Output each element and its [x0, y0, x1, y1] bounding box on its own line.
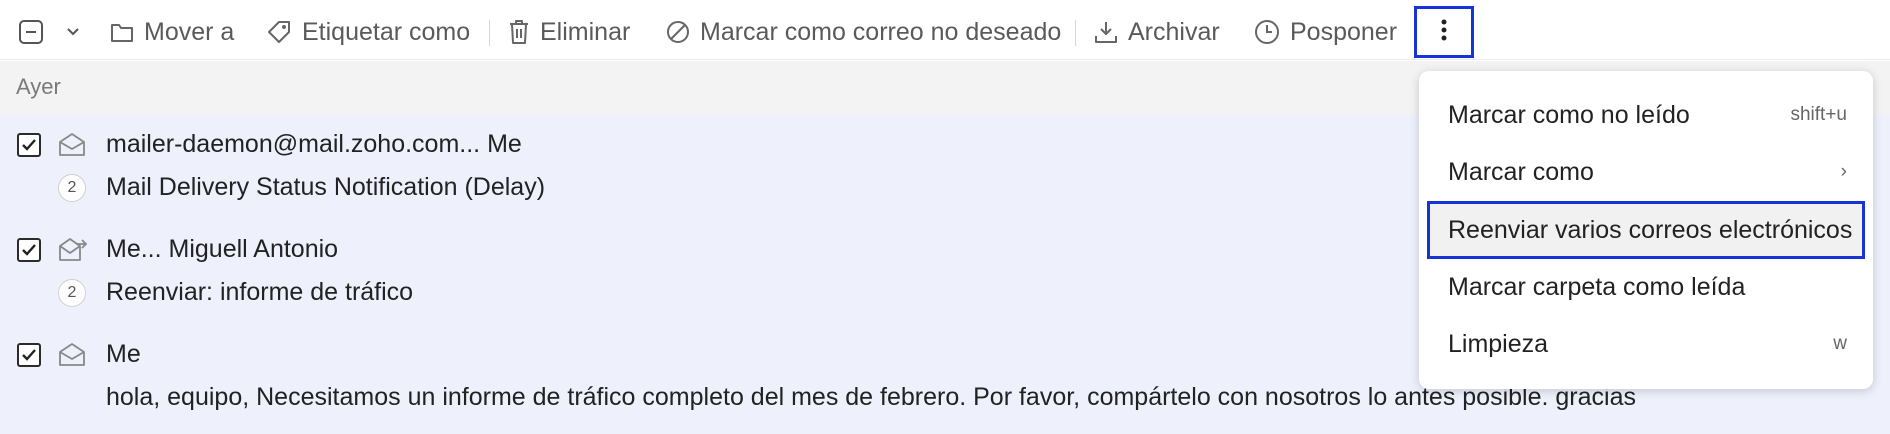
mail-sender: mailer-daemon@mail.zoho.com... Me [106, 130, 522, 158]
chevron-down-icon [66, 27, 80, 37]
envelope-open-icon [58, 131, 86, 162]
mark-spam-button[interactable]: Marcar como correo no deseado [666, 12, 1061, 52]
menu-item-label: Reenviar varios correos electrónicos [1448, 215, 1853, 244]
row-checkbox[interactable] [17, 133, 41, 157]
toolbar-divider [1075, 20, 1076, 46]
mail-preview: hola, equipo, Necesitamos un informe de … [106, 383, 1636, 411]
mail-subject: Mail Delivery Status Notification (Delay… [106, 173, 546, 201]
select-all-checkbox[interactable] [18, 12, 44, 52]
archive-button[interactable]: Archivar [1094, 12, 1220, 52]
checkmark-icon [22, 349, 36, 361]
menu-item-mark-unread[interactable]: Marcar como no leído shift+u [1427, 88, 1865, 142]
mark-spam-label: Marcar como correo no deseado [700, 17, 1062, 46]
menu-item-label: Limpieza [1448, 329, 1549, 358]
menu-item-cleanup[interactable]: Limpieza w [1427, 317, 1865, 371]
thread-count-badge: 2 [58, 279, 86, 307]
chevron-right-icon: › [1840, 161, 1847, 182]
move-to-button[interactable]: Mover a [110, 12, 234, 52]
block-icon [666, 20, 690, 44]
mail-sender: Me [106, 340, 141, 368]
row-checkbox[interactable] [17, 343, 41, 367]
menu-item-label: Marcar carpeta como leída [1448, 272, 1746, 301]
shortcut-hint: w [1833, 333, 1847, 354]
checkmark-icon [22, 244, 36, 256]
folder-icon [110, 21, 134, 43]
clock-icon [1254, 19, 1280, 45]
tag-as-button[interactable]: Etiquetar como [266, 12, 470, 52]
archive-label: Archivar [1128, 17, 1220, 46]
thread-count-badge: 2 [58, 174, 86, 202]
shortcut-hint: shift+u [1790, 104, 1847, 125]
delete-button[interactable]: Eliminar [508, 12, 630, 52]
trash-icon [508, 19, 530, 45]
more-actions-menu: Marcar como no leído shift+u Marcar como… [1419, 71, 1873, 389]
tag-as-label: Etiquetar como [302, 17, 471, 46]
move-to-label: Mover a [144, 17, 235, 46]
menu-item-mark-folder-read[interactable]: Marcar carpeta como leída [1427, 260, 1865, 314]
snooze-button[interactable]: Posponer [1254, 12, 1397, 52]
tag-icon [266, 19, 292, 45]
archive-icon [1094, 20, 1118, 44]
envelope-forward-icon [58, 236, 88, 267]
toolbar: Mover a Etiquetar como Eliminar Marcar c… [0, 0, 1890, 60]
more-actions-button[interactable] [1414, 6, 1474, 58]
menu-item-mark-as[interactable]: Marcar como › [1427, 145, 1865, 199]
menu-item-label: Marcar como no leído [1448, 100, 1690, 129]
mail-subject: Reenviar: informe de tráfico [106, 278, 414, 306]
delete-label: Eliminar [540, 17, 631, 46]
envelope-open-icon [58, 341, 86, 372]
checkmark-icon [22, 139, 36, 151]
toolbar-divider [489, 20, 490, 46]
minus-checkbox-icon [18, 19, 44, 45]
menu-item-label: Marcar como [1448, 157, 1594, 186]
snooze-label: Posponer [1290, 17, 1398, 46]
menu-item-forward-multiple[interactable]: Reenviar varios correos electrónicos [1427, 201, 1865, 259]
date-group-label: Ayer [16, 74, 61, 99]
row-checkbox[interactable] [17, 238, 41, 262]
vertical-dots-icon [1440, 18, 1448, 47]
mail-sender: Me... Miguell Antonio [106, 235, 339, 263]
select-dropdown-button[interactable] [66, 12, 80, 52]
